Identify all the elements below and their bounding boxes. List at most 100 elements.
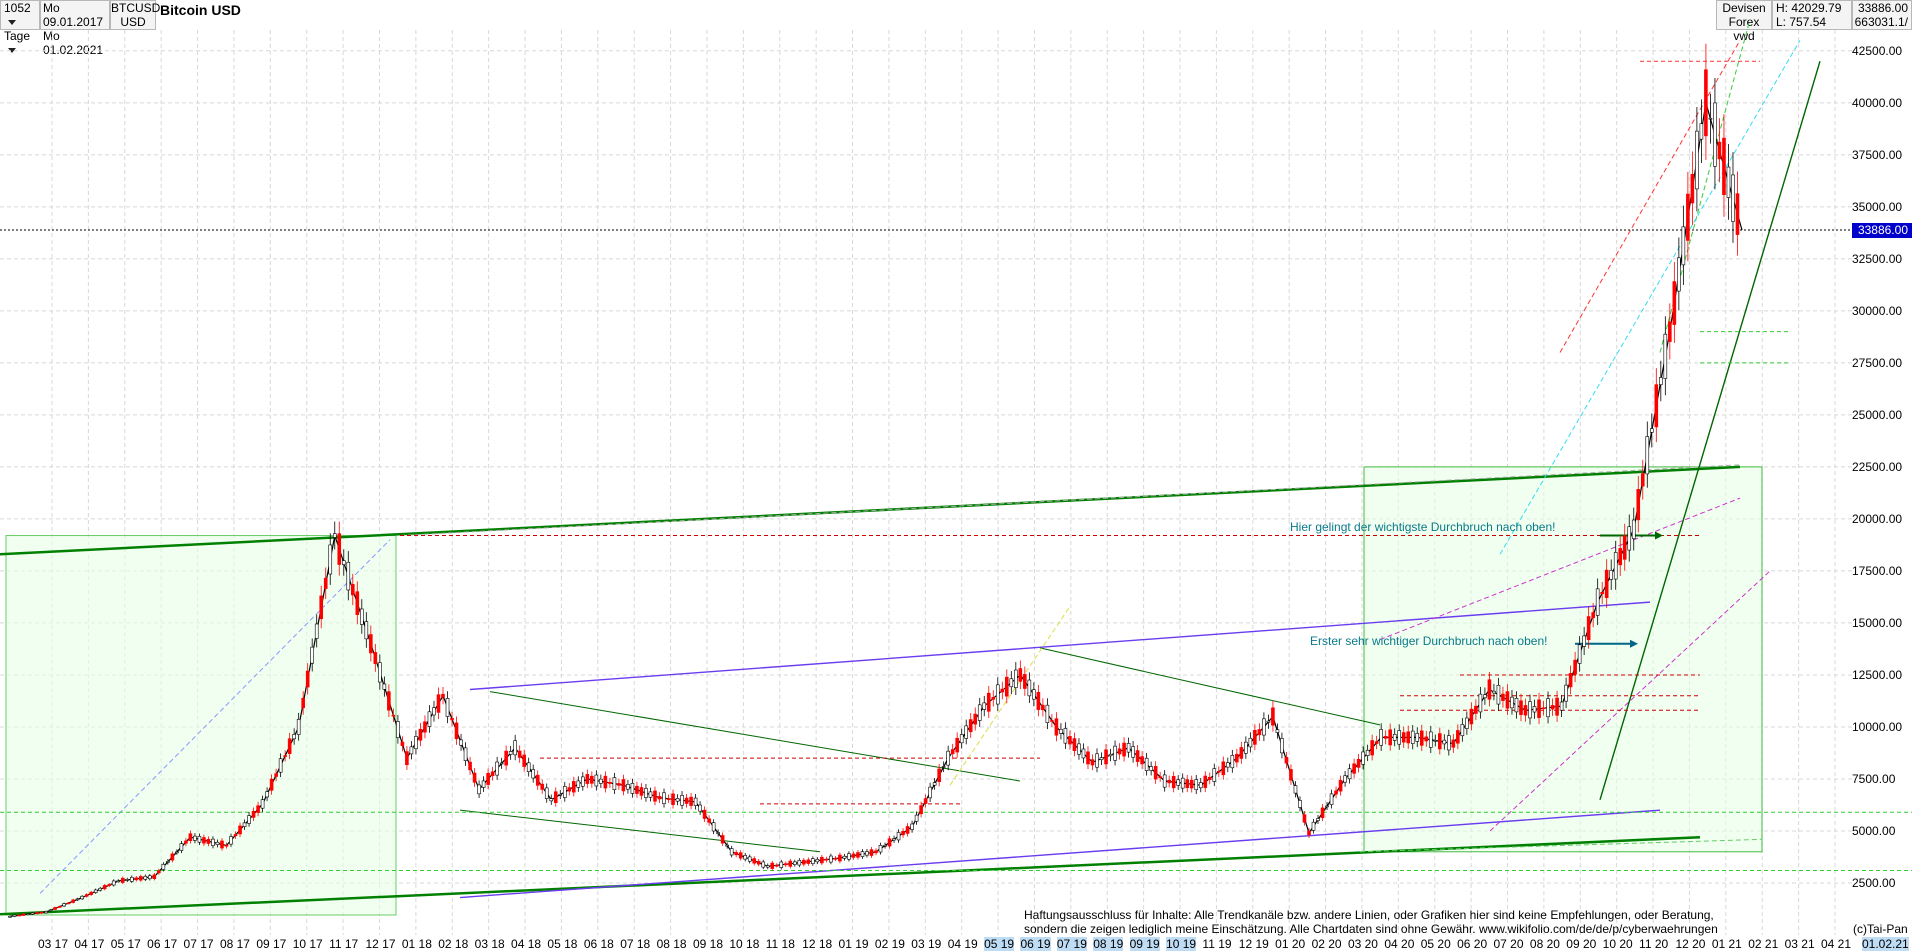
candle-body xyxy=(599,778,603,784)
candle-body xyxy=(292,734,296,740)
candle-body xyxy=(770,862,775,869)
candle-body xyxy=(1496,685,1501,705)
candle-body xyxy=(1586,616,1591,641)
candle-body xyxy=(1302,814,1307,823)
candle-body xyxy=(982,702,987,710)
candle-body xyxy=(747,856,752,862)
candle-body xyxy=(129,876,134,882)
candle-body xyxy=(197,836,202,843)
candle-body xyxy=(693,797,698,806)
candle-body xyxy=(549,798,554,802)
x-tick-label: 11 17 xyxy=(329,937,359,951)
candle-body xyxy=(1325,805,1329,808)
candle-body xyxy=(202,837,206,844)
candle-body xyxy=(1501,693,1505,701)
trend-line xyxy=(1559,40,1741,353)
candle-body xyxy=(1023,674,1027,689)
candle-body xyxy=(635,785,639,794)
candle-body xyxy=(1424,736,1429,742)
candle-body xyxy=(436,694,441,713)
candle-body xyxy=(1442,739,1447,745)
candle-body xyxy=(1307,830,1311,836)
candle-body xyxy=(179,843,184,851)
candle-body xyxy=(955,737,959,753)
candle-body xyxy=(486,773,490,785)
candle-body xyxy=(414,736,418,750)
x-tick-label: 03 20 xyxy=(1347,937,1378,951)
x-tick-label: 08 19 xyxy=(1093,937,1124,951)
candle-body xyxy=(1609,570,1613,580)
candle-body xyxy=(1099,757,1104,761)
candle-body xyxy=(1176,779,1180,786)
candle-body xyxy=(860,851,865,857)
candle-body xyxy=(923,798,928,804)
candle-body xyxy=(1406,731,1411,744)
price-chart[interactable] xyxy=(0,0,1912,952)
candle-body xyxy=(1397,730,1402,745)
candle-body xyxy=(1478,693,1483,713)
candle-body xyxy=(959,734,964,744)
candle-body xyxy=(1180,777,1185,789)
candle-body xyxy=(278,758,283,773)
candle-body xyxy=(851,853,856,858)
candle-body xyxy=(824,858,829,861)
candle-body xyxy=(946,750,950,766)
candle-body xyxy=(1555,697,1559,716)
current-price-tag: 33886.00 xyxy=(1852,223,1912,238)
candle-body xyxy=(441,693,445,698)
candle-body xyxy=(193,835,197,841)
candle-body xyxy=(1735,193,1740,235)
candle-body xyxy=(229,836,233,845)
candle-body xyxy=(1095,753,1099,768)
candle-body xyxy=(941,766,946,768)
candle-body xyxy=(143,875,148,880)
candle-body xyxy=(562,786,567,798)
candle-body xyxy=(269,778,274,791)
candle-body xyxy=(1618,548,1623,566)
trend-line xyxy=(489,691,1021,782)
x-tick-label: 11 18 xyxy=(765,937,795,951)
x-tick-label: 12 18 xyxy=(802,937,833,951)
candle-body xyxy=(865,851,869,856)
x-tick-label: 01 18 xyxy=(401,937,432,951)
candle-body xyxy=(157,870,161,874)
x-tick-label: 07 20 xyxy=(1493,937,1524,951)
y-tick-label: 20000.00 xyxy=(1852,511,1903,526)
candle-body xyxy=(1162,774,1167,788)
candle-body xyxy=(1510,696,1514,709)
candle-body xyxy=(17,914,21,917)
candle-body xyxy=(1257,729,1262,736)
x-tick-label: 05 19 xyxy=(984,937,1015,951)
candle-body xyxy=(247,815,251,824)
candle-body xyxy=(1090,759,1095,766)
candle-body xyxy=(1072,738,1077,752)
candle-body xyxy=(1690,173,1695,204)
candle-body xyxy=(499,762,504,765)
candle-body xyxy=(238,825,242,835)
candle-body xyxy=(1207,776,1212,780)
candle-body xyxy=(328,544,333,575)
candle-body xyxy=(671,793,675,805)
candle-body xyxy=(39,911,44,914)
candle-body xyxy=(305,670,310,688)
x-tick-label: 06 20 xyxy=(1457,937,1488,951)
candle-body xyxy=(1289,769,1293,781)
candle-body xyxy=(1343,775,1347,783)
candle-body xyxy=(1514,698,1519,713)
candle-body xyxy=(1410,730,1415,744)
candle-body xyxy=(572,781,576,793)
x-tick-label: 11 20 xyxy=(1639,937,1669,951)
candle-body xyxy=(35,912,39,915)
candle-body xyxy=(793,861,797,865)
candle-body xyxy=(1636,489,1641,521)
candle-body xyxy=(531,769,536,779)
candle-body xyxy=(887,838,892,847)
candle-body xyxy=(1465,717,1469,729)
candle-body xyxy=(1045,704,1050,724)
candle-body xyxy=(517,750,522,758)
candle-body xyxy=(630,783,635,794)
candle-body xyxy=(657,796,662,800)
candle-body xyxy=(48,909,53,912)
candle-body xyxy=(1568,673,1573,688)
candle-body xyxy=(1600,591,1604,595)
